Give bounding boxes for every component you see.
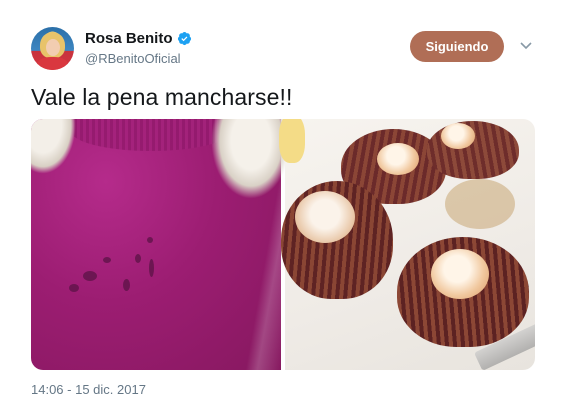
tweet-text: Vale la pena mancharse!! [31,84,293,110]
avatar-top [37,57,68,70]
avatar-face [46,39,60,56]
sweater-collar [71,119,231,151]
scallop [431,249,489,299]
scallop [295,191,355,243]
media-photo-scallops[interactable] [279,119,535,370]
tweet-card: Rosa Benito @RBenitoOficial Siguiendo Va… [0,0,568,410]
stain-mark [135,254,141,263]
stain-mark [123,279,130,291]
stain-mark [149,259,154,277]
media-photo-sweater[interactable] [31,119,291,370]
verified-icon [177,31,191,46]
stain-mark [103,257,111,263]
stain-mark [69,284,79,292]
user-handle[interactable]: @RBenitoOficial [85,51,181,66]
follow-button[interactable]: Siguiendo [410,31,504,62]
chevron-down-icon[interactable] [520,41,532,51]
scallop [441,123,475,149]
hair-left [31,119,76,174]
display-name[interactable]: Rosa Benito [85,30,173,47]
tweet-timestamp[interactable]: 14:06 - 15 dic. 2017 [31,382,146,397]
scallop [377,143,419,175]
side-dish [279,119,305,163]
name-row: Rosa Benito [85,30,192,47]
sauce [445,179,515,229]
avatar[interactable] [31,27,74,70]
stain-mark [83,271,97,281]
tweet-media [31,119,535,370]
stain-mark [147,237,153,243]
